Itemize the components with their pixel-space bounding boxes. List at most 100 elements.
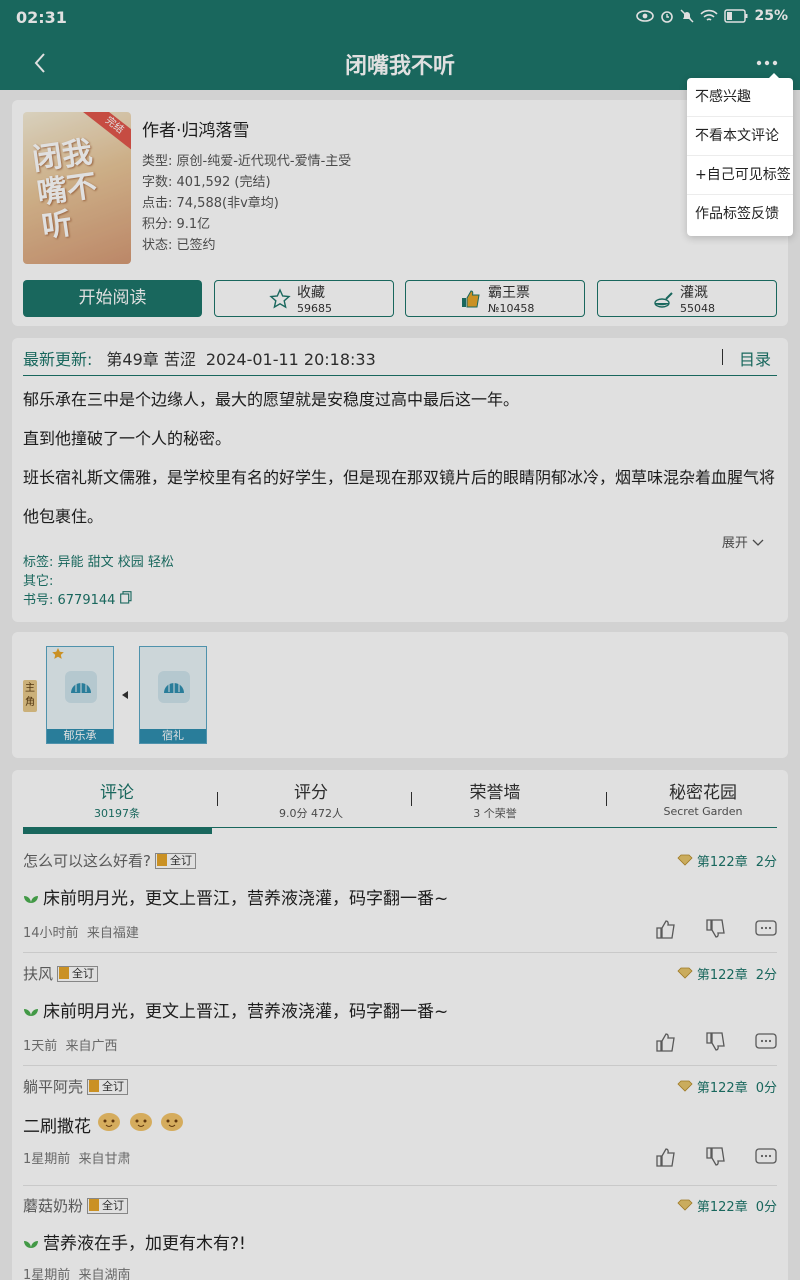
thumbs-down-icon[interactable] [705,1031,727,1053]
comment-meta: 第122章 2分 [677,964,777,983]
menu-item-hide-comments[interactable]: 不看本文评论 [687,117,793,156]
cover-title: 闭我嘴不听 [30,134,100,246]
expand-label: 展开 [721,536,748,551]
emoji-sticker-icon [161,1113,184,1131]
leaf-icon [24,896,38,903]
emoji-sticker-icon [129,1113,152,1131]
diamond-icon [677,1199,693,1211]
comment-score: 0分 [755,1081,777,1096]
menu-item-private-tag[interactable]: +自己可见标签 [687,156,793,195]
diamond-icon [677,1080,693,1092]
tab-secret-garden[interactable]: 秘密花园 Secret Garden [609,776,797,828]
tab-sub: 9.0分 472人 [279,807,343,820]
tab-honor-wall[interactable]: 荣誉墙 3 个荣誉 [401,776,589,828]
comment-foot: 1星期前 来自湖南 [23,1264,131,1280]
tab-divider [606,792,607,806]
tab-sub: Secret Garden [663,805,743,818]
comment-actions [655,1031,777,1053]
update-time: 2024-01-11 20:18:33 [205,350,376,369]
characters-card: 主角 郁乐承 宿礼 [12,632,788,758]
comment-location: 来自甘肃 [78,1152,131,1167]
battery-icon [724,9,748,23]
thumbs-up-icon[interactable] [655,1146,677,1168]
menu-item-not-interested[interactable]: 不感兴趣 [687,78,793,117]
comment-actions [655,1146,777,1168]
comment-user[interactable]: 怎么可以这么好看? 全订 [23,850,196,871]
book-badge-icon [59,967,70,979]
comment-user[interactable]: 扶风 全订 [23,963,99,984]
favorite-button[interactable]: 收藏 59685 [214,280,394,317]
wifi-icon [700,9,719,21]
reply-icon[interactable] [755,918,777,940]
comment-item[interactable]: 扶风 全订 第122章 2分 床前明月光，更文上晋江，营养液浇灌，码字翻一番~ 1天… [23,953,777,1066]
comment-body: 二刷撒花 [23,1110,185,1137]
comment-score: 2分 [755,855,777,870]
overflow-menu: 不感兴趣 不看本文评论 +自己可见标签 作品标签反馈 [687,73,793,236]
book-badge-icon [156,854,167,866]
start-reading-button[interactable]: 开始阅读 [23,280,202,317]
character-card-1[interactable]: 郁乐承 [46,646,114,744]
tab-sub: 30197条 [94,807,140,820]
synopsis-card: 最新更新: 第49章 苦涩 2024-01-11 20:18:33 目录 郁乐承在三… [12,338,788,622]
vote-label: 霸王票 [488,285,530,301]
book-id-line: 书号: 6779144 [23,591,174,610]
comment-body: 营养液在手，加更有木有?! [23,1229,246,1254]
subscriber-badge: 全订 [87,1079,129,1095]
character-name: 宿礼 [140,729,206,743]
copy-icon[interactable] [119,591,132,604]
avatar-placeholder-icon [65,671,97,703]
expand-button[interactable]: 展开 [722,532,764,551]
thumbs-down-icon[interactable] [705,1146,727,1168]
comment-body: 床前明月光，更文上晋江，营养液浇灌，码字翻一番~ [23,884,448,909]
toc-link[interactable]: 目录 [739,346,771,370]
tab-label: 评论 [100,783,134,803]
vote-button[interactable]: 霸王票 №10458 [405,280,585,317]
synopsis-paragraph: 直到他撞破了一个人的秘密。 [23,429,232,448]
comment-item[interactable]: 怎么可以这么好看? 全订 第122章 2分 床前明月光，更文上晋江，营养液浇灌，码字… [23,840,777,953]
tag-line[interactable]: 标签: 异能 甜文 校园 轻松 [23,553,174,572]
water-label: 灌溉 [680,285,708,301]
tag-section: 标签: 异能 甜文 校园 轻松 其它: 书号: 6779144 [23,553,174,610]
comment-meta: 第122章 0分 [677,1196,777,1215]
comment-score: 0分 [755,1200,777,1215]
tab-comments[interactable]: 评论 30197条 [23,776,211,828]
character-card-2[interactable]: 宿礼 [139,646,207,744]
diamond-icon [677,854,693,866]
comment-meta: 第122章 0分 [677,1077,777,1096]
book-info-card: 完结 闭我嘴不听 作者·归鸿落雪 类型: 原创-纯爱-近代现代-爱情-主受 字数… [12,100,788,326]
menu-item-tag-feedback[interactable]: 作品标签反馈 [687,195,793,234]
subscriber-badge: 全订 [154,853,196,869]
badge-label: 全订 [169,854,192,867]
comment-user[interactable]: 躺平阿壳 全订 [23,1076,129,1097]
app-bar: 闭嘴我不听 [0,36,800,90]
favorite-count: 59685 [297,302,332,315]
comment-chapter: 第122章 [696,1081,748,1096]
comment-body: 床前明月光，更文上晋江，营养液浇灌，码字翻一番~ [23,997,448,1022]
comment-score: 2分 [755,968,777,983]
book-clicks: 点击: 74,588(非v章均) [142,196,279,211]
thumbs-down-icon[interactable] [705,918,727,940]
book-cover[interactable]: 完结 闭我嘴不听 [23,112,131,264]
update-divider [722,349,723,365]
book-words: 字数: 401,592 (完结) [142,175,271,190]
book-points: 积分: 9.1亿 [142,217,211,232]
thumbs-up-icon[interactable] [655,918,677,940]
book-author[interactable]: 作者·归鸿落雪 [142,116,351,141]
tab-ratings[interactable]: 评分 9.0分 472人 [217,776,405,828]
tab-label: 秘密花园 [669,783,737,803]
water-button[interactable]: 灌溉 55048 [597,280,777,317]
comment-text: 床前明月光，更文上晋江，营养液浇灌，码字翻一番~ [43,1002,449,1022]
comment-foot: 1星期前 来自甘肃 [23,1148,131,1167]
book-type: 类型: 原创-纯爱-近代现代-爱情-主受 [142,154,352,169]
comment-item[interactable]: 躺平阿壳 全订 第122章 0分 二刷撒花 1星期前 来自甘肃 [23,1066,777,1186]
comment-item[interactable]: 蘑菇奶粉 全订 第122章 0分 营养液在手，加更有木有?! 1星期前 来自湖南 [23,1185,777,1280]
badge-label: 全订 [72,967,95,980]
mute-icon [680,9,695,23]
reply-icon[interactable] [755,1031,777,1053]
thumbs-up-icon[interactable] [655,1031,677,1053]
comment-user[interactable]: 蘑菇奶粉 全订 [23,1195,129,1216]
reply-icon[interactable] [755,1146,777,1168]
book-status: 状态: 已签约 [142,238,216,253]
latest-update[interactable]: 最新更新: 第49章 苦涩 2024-01-11 20:18:33 目录 [23,346,777,376]
tab-sub: 3 个荣誉 [473,807,517,820]
